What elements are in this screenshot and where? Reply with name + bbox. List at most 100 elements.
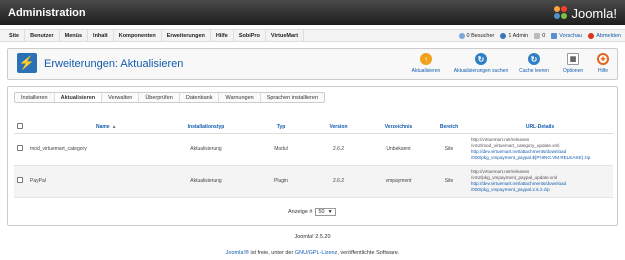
update-lightning-icon: ⚡: [17, 53, 37, 73]
cell-type: Plugin: [251, 165, 311, 198]
row-checkbox[interactable]: [17, 145, 23, 151]
help-lifebuoy-icon: ✚: [597, 53, 609, 65]
table-row: mod_virtuemart_category Aktualisierung M…: [14, 133, 613, 166]
logout-icon: [588, 33, 595, 39]
table-row: PayPal Aktualisierung Plugin 2.6.2 vmpay…: [14, 165, 613, 198]
menu-item-content[interactable]: Inhalt: [88, 30, 114, 42]
preview-icon: [551, 33, 558, 39]
col-type[interactable]: Typ: [251, 122, 311, 134]
version-info: Joomla! 2.5.20: [294, 234, 331, 240]
options-gear-icon: ▦: [567, 53, 579, 65]
update-button[interactable]: ↑ Aktualisieren: [409, 53, 443, 74]
visitors-count: 0 Besucher: [466, 33, 495, 39]
visitors-icon: [458, 33, 465, 39]
cell-area: Site: [431, 165, 467, 198]
tab-manage[interactable]: Verwalten: [102, 93, 140, 102]
cell-version: 2.6.2: [311, 133, 366, 166]
pagination-label: Anzeige #: [288, 209, 313, 215]
joomla-logo-icon: [554, 6, 568, 20]
tab-database[interactable]: Datenbank: [180, 93, 220, 102]
row-checkbox[interactable]: [17, 177, 23, 183]
admins-status[interactable]: 1 Admin: [500, 33, 528, 39]
footer-text-mid: ist freie, unter der: [248, 250, 295, 256]
joomla-logo[interactable]: Joomla!: [554, 5, 617, 21]
main-content: Installieren Aktualisieren Verwalten Übe…: [7, 86, 618, 226]
cell-version: 2.6.2: [311, 165, 366, 198]
cell-url-details: http://virtuemart.net/releases /vm2/mod_…: [467, 133, 613, 166]
chevron-down-icon: ▼: [327, 209, 333, 215]
logout-link[interactable]: Abmelden: [588, 33, 621, 39]
main-menu-bar: Site Benutzer Menüs Inhalt Komponenten E…: [0, 29, 625, 42]
tab-warnings[interactable]: Warnungen: [219, 93, 261, 102]
cell-area: Site: [431, 133, 467, 166]
main-menu: Site Benutzer Menüs Inhalt Komponenten E…: [4, 30, 305, 42]
footer-text-end: , veröffentlichte Software.: [337, 250, 400, 256]
preview-label: Vorschau: [559, 33, 583, 39]
visitors-status[interactable]: 0 Besucher: [458, 33, 495, 39]
download-url-line2[interactable]: /000/pkg_vmpayment_paypal.2.6.2.zip: [471, 187, 613, 193]
logout-label: Abmelden: [596, 33, 621, 39]
pagination-limit: Anzeige # 50 ▼: [288, 208, 336, 216]
download-url-line2[interactable]: /000/pkg_vmpayment_paypal.${PHING.VM.REL…: [471, 155, 613, 161]
menu-item-site[interactable]: Site: [4, 30, 26, 42]
list-limit-select[interactable]: 50 ▼: [315, 208, 336, 216]
tab-update[interactable]: Aktualisieren: [54, 93, 103, 102]
cell-installation-type: Aktualisierung: [161, 133, 251, 166]
tab-install-languages[interactable]: Sprachen installieren: [261, 93, 324, 102]
footer: Joomla!® ist freie, unter der GNU/GPL-Li…: [0, 250, 625, 256]
options-button-label: Optionen: [562, 68, 584, 74]
find-updates-button-label: Aktualisierungen suchen: [453, 68, 509, 74]
cell-type: Modul: [251, 133, 311, 166]
tab-discover[interactable]: Überprüfen: [139, 93, 180, 102]
row-select-cell: [14, 165, 26, 198]
admins-count: 1 Admin: [508, 33, 529, 39]
refresh-icon: ↻: [475, 53, 487, 65]
sort-icon: ▲: [111, 124, 117, 131]
col-area[interactable]: Bereich: [431, 122, 467, 134]
menu-item-users[interactable]: Benutzer: [25, 30, 60, 42]
update-arrow-icon: ↑: [420, 53, 432, 65]
updates-table: Name ▲ Installationstyp Typ Version Verze…: [14, 122, 613, 198]
purge-cache-button-label: Cache leeren: [519, 68, 549, 74]
table-header-row: Name ▲ Installationstyp Typ Version Verze…: [14, 122, 613, 134]
app-title: Administration: [8, 7, 86, 19]
purge-cache-button[interactable]: ↻ Cache leeren: [518, 53, 550, 74]
menu-item-sobipro[interactable]: SobiPro: [234, 30, 266, 42]
col-url-details: URL-Details: [467, 122, 613, 134]
menu-item-components[interactable]: Komponenten: [114, 30, 162, 42]
messages-icon: [534, 33, 541, 39]
messages-status[interactable]: 0: [534, 33, 545, 39]
admins-icon: [500, 33, 507, 39]
purge-cache-icon: ↻: [528, 53, 540, 65]
cell-name: mod_virtuemart_category: [26, 133, 161, 166]
select-all-cell: [14, 122, 26, 134]
col-name[interactable]: Name ▲: [26, 122, 161, 134]
messages-count: 0: [542, 33, 546, 39]
joomla-link[interactable]: Joomla!®: [226, 250, 249, 256]
menu-item-menus[interactable]: Menüs: [60, 30, 89, 42]
update-button-label: Aktualisieren: [411, 68, 441, 74]
menu-item-extensions[interactable]: Erweiterungen: [162, 30, 211, 42]
col-name-label: Name: [96, 124, 110, 131]
help-button[interactable]: ✚ Hilfe: [593, 53, 613, 74]
admin-header: Administration Joomla!: [0, 0, 625, 25]
menu-item-virtuemart[interactable]: VirtueMart: [266, 30, 305, 42]
list-limit-value: 50: [318, 209, 325, 215]
logo-text: Joomla!: [571, 5, 617, 21]
cell-folder: Unbekannt: [366, 133, 431, 166]
col-folder[interactable]: Verzeichnis: [366, 122, 431, 134]
cell-url-details: http://virtuemart.net/releases /vm2/pkg_…: [467, 165, 613, 198]
toolbar: ⚡ Erweiterungen: Aktualisieren ↑ Aktuali…: [7, 48, 618, 80]
tab-install[interactable]: Installieren: [15, 93, 55, 102]
menu-item-help[interactable]: Hilfe: [211, 30, 234, 42]
find-updates-button[interactable]: ↻ Aktualisierungen suchen: [450, 53, 512, 74]
select-all-checkbox[interactable]: [17, 123, 23, 130]
col-installation-type[interactable]: Installationstyp: [161, 122, 251, 134]
license-link[interactable]: GNU/GPL-Lizenz: [295, 250, 338, 256]
col-version[interactable]: Version: [311, 122, 366, 134]
options-button[interactable]: ▦ Optionen: [561, 53, 585, 74]
submenu-tabs: Installieren Aktualisieren Verwalten Übe…: [14, 92, 326, 103]
preview-link[interactable]: Vorschau: [551, 33, 582, 39]
status-bar: 0 Besucher 1 Admin 0 Vorschau Abmelden: [453, 30, 621, 42]
page-title: Erweiterungen: Aktualisieren: [44, 58, 184, 70]
